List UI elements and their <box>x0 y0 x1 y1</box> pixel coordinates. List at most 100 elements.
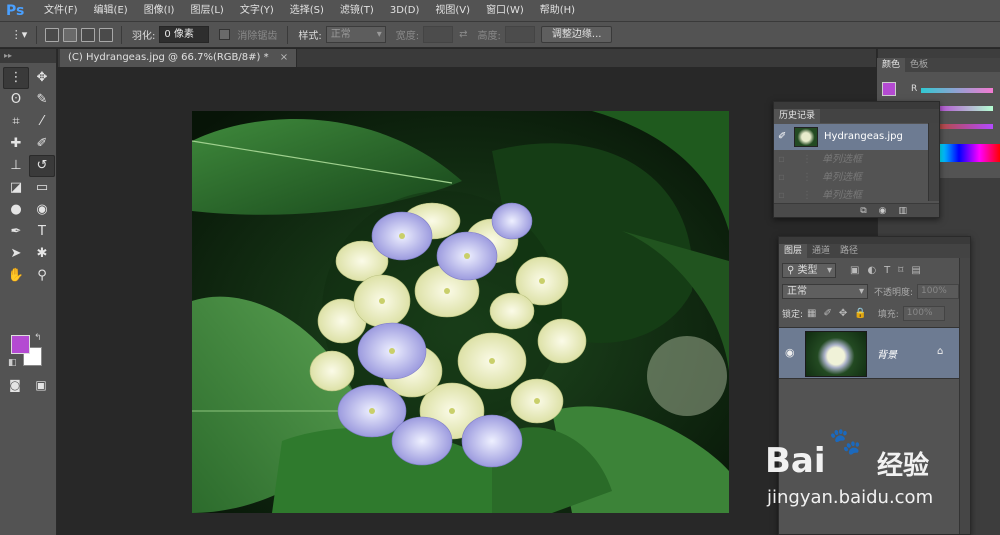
swap-dimensions-icon[interactable]: ⇄ <box>459 29 467 40</box>
layer-filter-icons[interactable]: ▣◐T⌑▤ <box>850 265 929 276</box>
menu-3d[interactable]: 3D(D) <box>382 0 428 22</box>
lock-options-icons[interactable]: ▦✐✥🔒 <box>807 308 874 319</box>
screen-mode-icon[interactable]: ▣ <box>30 374 52 396</box>
menu-type[interactable]: 文字(Y) <box>232 0 282 22</box>
photoshop-logo: Ps <box>6 2 25 19</box>
tab-history[interactable]: 历史记录 <box>774 109 821 123</box>
intersect-selection-icon[interactable] <box>99 27 113 42</box>
pen-tool-icon[interactable]: ✒ <box>3 221 29 243</box>
color-panel-foreground-swatch[interactable] <box>882 82 896 96</box>
foreground-color-swatch[interactable] <box>11 335 30 354</box>
search-icon: ⚲ <box>787 264 795 276</box>
move-tool-icon[interactable]: ✥ <box>29 67 55 89</box>
menu-edit[interactable]: 编辑(E) <box>86 0 136 22</box>
snapshot-name: Hydrangeas.jpg <box>824 131 903 142</box>
divider <box>36 25 37 44</box>
zoom-tool-icon[interactable]: ⚲ <box>29 265 55 287</box>
refine-edge-button[interactable]: 调整边缘... <box>540 26 613 43</box>
healing-brush-tool-icon[interactable]: ✚ <box>3 133 29 155</box>
antialias-checkbox[interactable] <box>219 29 231 40</box>
eyedropper-tool-icon[interactable]: ⁄ <box>29 111 55 133</box>
history-state[interactable]: ▫ ⋮ 单列选框 <box>774 151 929 169</box>
history-state[interactable]: ▫ ⋮ 单列选框 <box>774 169 929 187</box>
document-tab-title: (C) Hydrangeas.jpg @ 66.7%(RGB/8#) * <box>68 52 269 63</box>
feather-input[interactable]: 0 像素 <box>159 26 210 43</box>
close-tab-icon[interactable]: × <box>280 52 288 63</box>
opacity-input[interactable]: 100% <box>917 283 960 299</box>
checkbox-icon[interactable]: ▫ <box>778 151 785 169</box>
menu-layer[interactable]: 图层(L) <box>182 0 231 22</box>
subtract-from-selection-icon[interactable] <box>81 27 95 42</box>
clone-stamp-tool-icon[interactable]: ⊥ <box>3 155 29 177</box>
menu-select[interactable]: 选择(S) <box>282 0 332 22</box>
new-document-from-state-icon[interactable]: ⧉ <box>860 206 878 216</box>
history-brush-source-icon[interactable]: ✐ <box>778 124 786 150</box>
style-label: 样式: <box>298 31 322 42</box>
menu-view[interactable]: 视图(V) <box>427 0 478 22</box>
tab-layers[interactable]: 图层 <box>779 244 808 258</box>
visibility-eye-icon[interactable]: ◉ <box>785 346 795 359</box>
crop-tool-icon[interactable]: ⌗ <box>3 111 29 133</box>
layer-lock-icon: ⌂ <box>937 346 944 357</box>
quick-select-tool-icon[interactable]: ✎ <box>29 89 55 111</box>
history-brush-tool-icon[interactable]: ↺ <box>29 155 55 177</box>
blur-tool-icon[interactable]: ● <box>3 199 29 221</box>
panel-grip[interactable] <box>779 237 970 244</box>
style-select[interactable]: 正常 <box>325 26 386 43</box>
gradient-tool-icon[interactable]: ▭ <box>29 177 55 199</box>
antialias-label: 消除锯齿 <box>237 31 278 42</box>
new-selection-icon[interactable] <box>45 27 59 42</box>
document-tab-bar: (C) Hydrangeas.jpg @ 66.7%(RGB/8#) * × <box>58 49 876 67</box>
hand-tool-icon[interactable]: ✋ <box>3 265 29 287</box>
layers-scrollbar[interactable] <box>959 258 970 534</box>
tab-swatches[interactable]: 色板 <box>905 58 933 72</box>
layer-kind-label: 类型 <box>797 264 818 276</box>
menu-image[interactable]: 图像(I) <box>136 0 183 22</box>
eraser-tool-icon[interactable]: ◪ <box>3 177 29 199</box>
brush-tool-icon[interactable]: ✐ <box>29 133 55 155</box>
panel-grip[interactable] <box>774 102 939 109</box>
fill-input[interactable]: 100% <box>902 305 945 321</box>
blend-mode-select[interactable]: 正常 <box>782 283 868 299</box>
tab-paths[interactable]: 路径 <box>835 244 863 258</box>
menu-help[interactable]: 帮助(H) <box>532 0 583 22</box>
trash-icon[interactable]: ▥ <box>898 206 919 216</box>
shape-tool-icon[interactable]: ✱ <box>29 243 55 265</box>
history-scrollbar[interactable] <box>928 123 939 201</box>
dodge-tool-icon[interactable]: ◉ <box>29 199 55 221</box>
history-snapshot[interactable]: ✐ Hydrangeas.jpg <box>774 124 929 150</box>
red-channel-label: R <box>911 84 918 94</box>
history-panel: 历史记录 ✐ Hydrangeas.jpg ▫ ⋮ 单列选框 ▫ ⋮ 单列选框 … <box>773 101 940 218</box>
menu-window[interactable]: 窗口(W) <box>478 0 532 22</box>
tool-preset-picker-icon[interactable]: ⋮▾ <box>8 24 30 46</box>
red-channel-slider[interactable] <box>921 88 993 93</box>
default-colors-icon[interactable]: ◧ <box>8 358 17 368</box>
marquee-tool-icon[interactable]: ⋮ <box>3 67 29 89</box>
quick-mask-icon[interactable]: ◙ <box>4 374 26 396</box>
history-footer: ⧉◉▥ <box>774 203 939 217</box>
watermark-url: jingyan.baidu.com <box>767 487 934 508</box>
width-input[interactable] <box>423 26 454 43</box>
fill-label: 填充: <box>877 309 899 320</box>
watermark-brand: Bai <box>765 441 826 481</box>
swap-colors-icon[interactable]: ↰ <box>34 333 42 343</box>
snapshot-camera-icon[interactable]: ◉ <box>879 206 899 216</box>
tab-channels[interactable]: 通道 <box>807 244 835 258</box>
toolbox-grip[interactable]: ▸▸ <box>0 49 56 63</box>
layer-kind-filter[interactable]: ⚲ 类型 <box>782 262 836 278</box>
document-tab[interactable]: (C) Hydrangeas.jpg @ 66.7%(RGB/8#) * × <box>60 49 298 67</box>
options-bar: ⋮▾ 羽化: 0 像素 消除锯齿 样式: 正常 宽度: ⇄ 高度: 调整边缘..… <box>0 22 1000 48</box>
layer-background[interactable]: ◉ 背景 ⌂ <box>779 327 960 379</box>
checkbox-icon[interactable]: ▫ <box>778 169 785 187</box>
add-to-selection-icon[interactable] <box>63 27 77 42</box>
path-selection-tool-icon[interactable]: ➤ <box>3 243 29 265</box>
tab-color[interactable]: 颜色 <box>877 58 906 72</box>
type-tool-icon[interactable]: T <box>29 221 55 243</box>
lasso-tool-icon[interactable]: ʘ <box>3 89 29 111</box>
history-state-label: 单列选框 <box>822 154 862 165</box>
height-input[interactable] <box>504 26 535 43</box>
menu-filter[interactable]: 滤镜(T) <box>332 0 382 22</box>
hydrangea-photo[interactable] <box>192 111 729 513</box>
baidu-jingyan-watermark: Bai 🐾 经验 jingyan.baidu.com <box>765 425 955 515</box>
menu-file[interactable]: 文件(F) <box>36 0 86 22</box>
